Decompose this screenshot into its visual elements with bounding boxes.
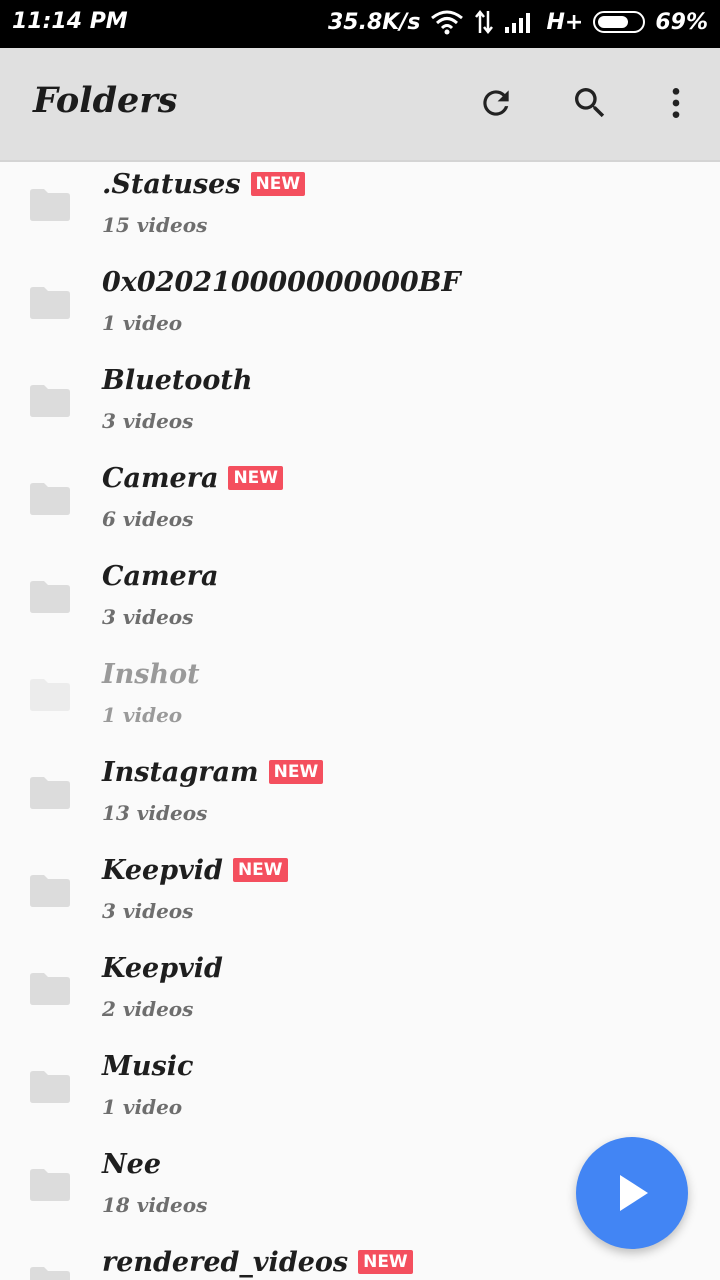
video-count: 6 videos [102,507,194,531]
folder-row[interactable]: Camera 3 videos [0,555,720,653]
folder-name-wrap: Camera NEW [102,463,284,494]
folder-name-wrap: Nee [102,1149,161,1180]
video-count: 3 videos [102,409,194,433]
folder-icon [30,777,70,809]
new-badge: NEW [250,172,306,196]
folder-name: Nee [102,1149,162,1180]
folder-icon [30,875,70,907]
folder-name: rendered_videos [102,1247,349,1278]
folder-row[interactable]: .Statuses NEW 15 videos [0,163,720,261]
folder-name-wrap: Keepvid NEW [102,855,288,886]
folder-name-wrap: Camera [102,561,218,592]
video-count: 18 videos [102,1193,208,1217]
folder-name: Camera [102,561,219,592]
folder-row[interactable]: Bluetooth 3 videos [0,359,720,457]
folder-name: Keepvid [102,953,223,984]
folder-name: Instagram [102,757,259,788]
folder-icon [30,679,70,711]
app-bar: Folders [0,48,720,162]
search-button[interactable] [568,81,612,125]
folder-icon [30,581,70,613]
folder-name-wrap: rendered_videos NEW [102,1247,413,1278]
folder-name: Inshot [102,659,200,690]
network-type: H+ [546,9,584,35]
new-badge: NEW [268,760,324,784]
data-transfer-icon [475,9,494,35]
battery-percent: 69% [655,9,708,35]
page-title: Folders [33,80,178,121]
search-icon [575,88,605,118]
folder-row[interactable]: Camera NEW 6 videos [0,457,720,555]
status-indicators: 35.8K/s H+ 69% [328,9,708,35]
video-count: 2 videos [102,997,194,1021]
new-badge: NEW [228,466,284,490]
play-fab-button[interactable] [576,1137,688,1249]
play-icon [620,1175,648,1211]
battery-icon [593,11,646,33]
folder-row[interactable]: Instagram NEW 13 videos [0,751,720,849]
folder-name: Music [102,1051,194,1082]
video-count: 1 video [102,1095,183,1119]
video-count: 15 videos [102,213,208,237]
folder-name: Bluetooth [102,365,253,396]
net-speed: 35.8K/s [328,9,421,35]
folder-icon [30,1071,70,1103]
folder-row[interactable]: Inshot 1 video [0,653,720,751]
folder-name: 0x020210000000000BF [102,267,461,298]
folder-row[interactable]: Keepvid 2 videos [0,947,720,1045]
folder-name-wrap: 0x020210000000000BF [102,267,461,298]
folder-icon [30,1267,70,1280]
video-count: 1 video [102,311,183,335]
folder-name-wrap: Music [102,1051,193,1082]
folder-row[interactable]: 0x020210000000000BF 1 video [0,261,720,359]
folder-name-wrap: Bluetooth [102,365,252,396]
video-count: 3 videos [102,899,194,923]
new-badge: NEW [232,858,288,882]
folder-name-wrap: Instagram NEW [102,757,324,788]
folder-icon [30,385,70,417]
folder-name-wrap: .Statuses NEW [102,169,306,200]
folder-name: .Statuses [102,169,241,200]
folder-icon [30,483,70,515]
more-vert-icon [672,88,680,118]
wifi-icon [431,10,464,35]
status-bar: 11:14 PM 35.8K/s H+ 69% [0,0,720,48]
folder-icon [30,189,70,221]
folder-row[interactable]: rendered_videos NEW [0,1241,720,1280]
video-count: 13 videos [102,801,208,825]
folder-list: .Statuses NEW 15 videos 0x020210000000000BF… [0,163,720,1280]
folder-name-wrap: Keepvid [102,953,223,984]
status-time: 11:14 PM [12,9,128,34]
folder-icon [30,973,70,1005]
folder-name: Keepvid [102,855,223,886]
folder-name: Camera [102,463,219,494]
folder-row[interactable]: Keepvid NEW 3 videos [0,849,720,947]
signal-icon [505,13,531,33]
folder-icon [30,1169,70,1201]
folder-icon [30,287,70,319]
folder-name-wrap: Inshot [102,659,200,690]
video-count: 3 videos [102,605,194,629]
refresh-icon [483,90,509,116]
more-options-button[interactable] [654,81,698,125]
folder-row[interactable]: Music 1 video [0,1045,720,1143]
video-count: 1 video [102,703,183,727]
new-badge: NEW [358,1250,413,1274]
refresh-button[interactable] [474,81,518,125]
